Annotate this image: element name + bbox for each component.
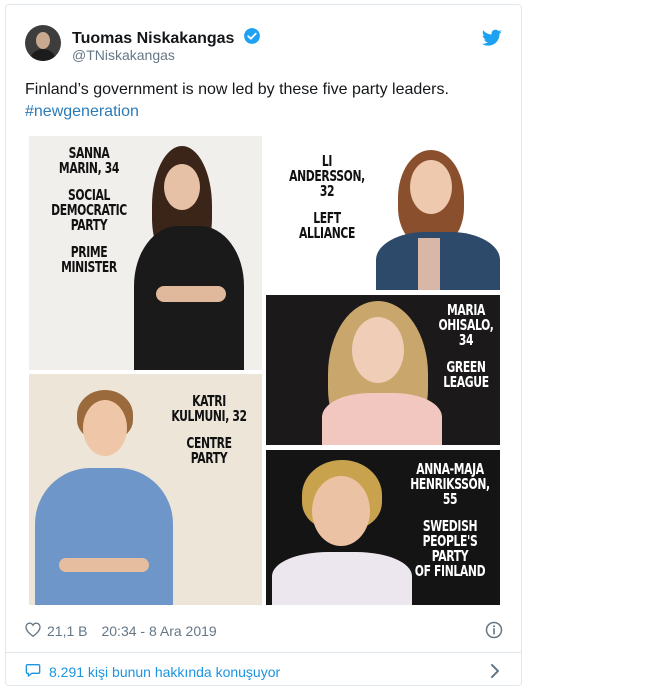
twitter-bird-icon[interactable] <box>482 29 502 47</box>
divider <box>6 652 521 653</box>
caption-sanna-marin: SANNA MARIN, 34 SOCIAL DEMOCRATIC PARTY … <box>51 144 127 276</box>
verified-badge-icon <box>244 28 260 44</box>
caption-katri-kulmuni: KATRI KULMUNI, 32 CENTRE PARTY <box>171 392 247 467</box>
speech-bubble-icon <box>25 662 41 681</box>
tweet-card: Tuomas Niskakangas @TNiskakangas Finland… <box>5 4 522 686</box>
portrait-figure <box>376 150 500 290</box>
portrait-figure <box>134 146 262 370</box>
tweet-text: Finland’s government is now led by these… <box>25 79 505 123</box>
photo-katri-kulmuni[interactable]: KATRI KULMUNI, 32 CENTRE PARTY <box>29 374 262 605</box>
conversation-link[interactable]: 8.291 kişi bunun hakkında konuşuyor <box>25 662 280 681</box>
portrait-figure <box>316 301 446 445</box>
heart-icon[interactable] <box>25 622 41 640</box>
timestamp[interactable]: 20:34 - 8 Ara 2019 <box>101 623 216 639</box>
photo-li-andersson[interactable]: LI ANDERSSON, 32 LEFT ALLIANCE <box>266 136 500 290</box>
author-handle[interactable]: @TNiskakangas <box>72 47 175 63</box>
author-name-text[interactable]: Tuomas Niskakangas <box>72 30 234 47</box>
chevron-right-icon[interactable] <box>488 663 502 679</box>
author-name[interactable]: Tuomas Niskakangas <box>72 27 261 48</box>
hashtag-link[interactable]: #newgeneration <box>25 101 505 123</box>
photo-sanna-marin[interactable]: SANNA MARIN, 34 SOCIAL DEMOCRATIC PARTY … <box>29 136 262 370</box>
caption-li-andersson: LI ANDERSSON, 32 LEFT ALLIANCE <box>289 152 365 242</box>
caption-anna-maja-henriksson: ANNA-MAJA HENRIKSSON, 55 SWEDISH PEOPLE'… <box>410 460 490 580</box>
tweet-body: Finland’s government is now led by these… <box>25 81 449 98</box>
tweet-footer: 21,1 B 20:34 - 8 Ara 2019 <box>25 622 217 640</box>
photo-grid: SANNA MARIN, 34 SOCIAL DEMOCRATIC PARTY … <box>25 132 500 605</box>
avatar[interactable] <box>25 25 61 61</box>
caption-maria-ohisalo: MARIA OHISALO, 34 GREEN LEAGUE <box>438 301 494 391</box>
photo-maria-ohisalo[interactable]: MARIA OHISALO, 34 GREEN LEAGUE <box>266 295 500 445</box>
photo-anna-maja-henriksson[interactable]: ANNA-MAJA HENRIKSSON, 55 SWEDISH PEOPLE'… <box>266 450 500 605</box>
portrait-figure <box>29 390 179 605</box>
info-icon[interactable] <box>485 621 503 639</box>
like-count[interactable]: 21,1 B <box>47 623 87 639</box>
conversation-text[interactable]: 8.291 kişi bunun hakkında konuşuyor <box>49 664 280 680</box>
portrait-figure <box>272 460 412 605</box>
